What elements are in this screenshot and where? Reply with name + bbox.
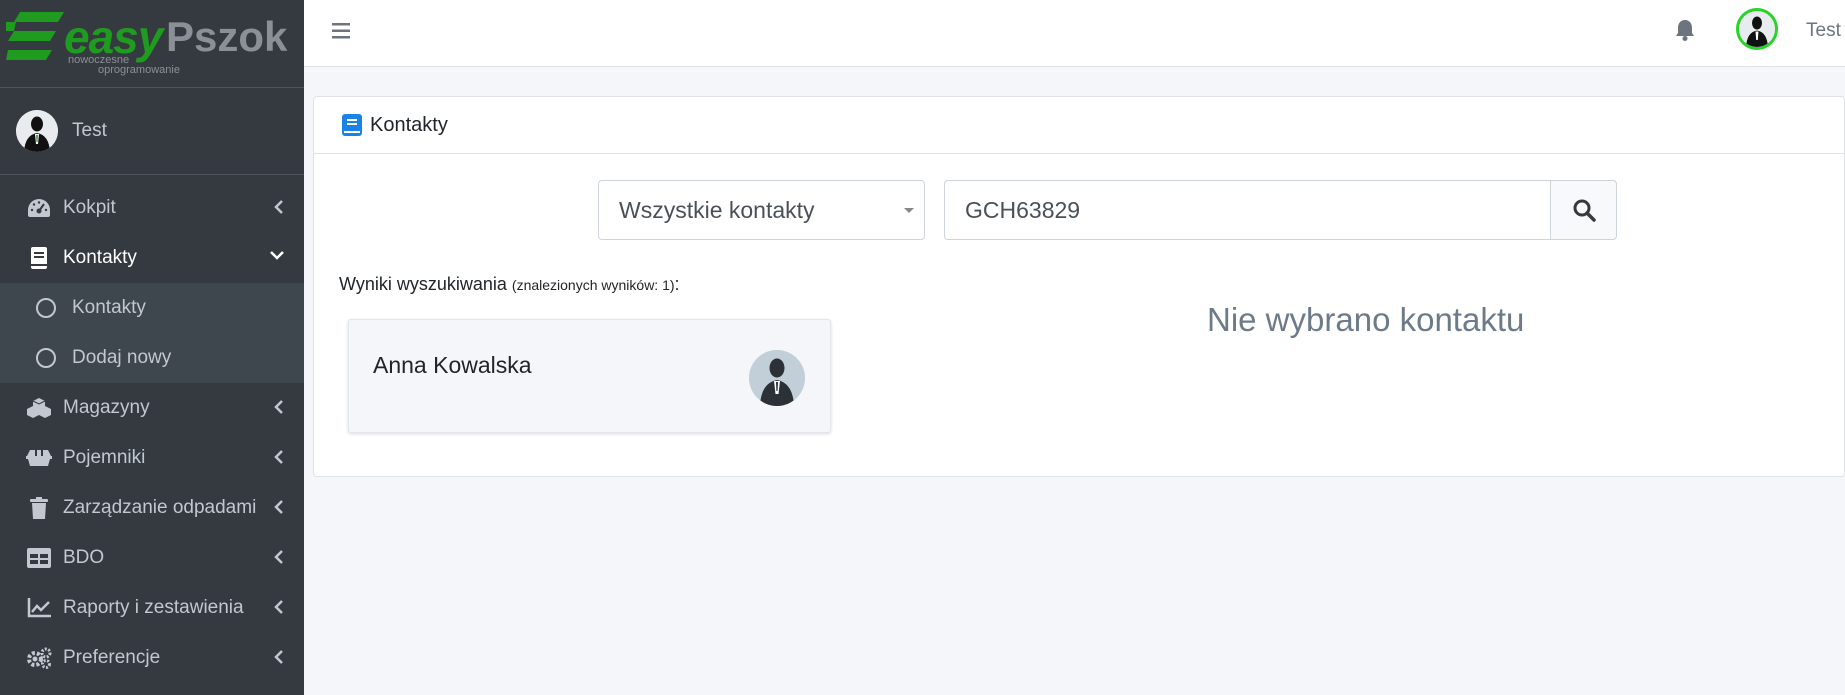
cubes-icon	[26, 397, 52, 419]
contacts-card: Kontakty Wszystkie kontakty GCH63829 Wyn…	[313, 96, 1845, 477]
sidebar-item-raporty[interactable]: Raporty i zestawienia	[0, 583, 304, 633]
topbar-username[interactable]: Test	[1806, 20, 1841, 42]
dumpster-icon	[26, 447, 52, 469]
sidebar-subitem-kontakty[interactable]: Kontakty	[0, 283, 304, 333]
search-input-value: GCH63829	[965, 196, 1081, 223]
sidebar-item-label: Magazyny	[63, 397, 150, 418]
address-book-icon	[342, 114, 362, 136]
tachometer-icon	[26, 197, 52, 219]
chevron-left-icon	[274, 450, 283, 464]
bell-icon[interactable]	[1675, 18, 1695, 42]
sidebar-subitem-dodaj-nowy[interactable]: Dodaj nowy	[0, 333, 304, 383]
logo-e-icon	[6, 12, 64, 60]
sidebar-item-zarzadzanie-odpadami[interactable]: Zarządzanie odpadami	[0, 483, 304, 533]
sidebar-item-kontakty[interactable]: Kontakty	[0, 233, 304, 283]
table-icon	[26, 547, 52, 569]
address-book-icon	[26, 247, 52, 269]
circle-icon	[36, 298, 56, 318]
search-input[interactable]: GCH63829	[944, 180, 1550, 240]
contact-avatar	[749, 350, 805, 406]
sidebar-item-label: Raporty i zestawienia	[63, 597, 244, 618]
brand-tagline-2: oprogramowanie	[98, 64, 180, 76]
results-label: Wyniki wyszukiwania (znalezionych wynikó…	[339, 274, 680, 295]
chart-line-icon	[26, 597, 52, 619]
brand-logo[interactable]: easy Pszok nowoczesne oprogramowanie	[0, 0, 304, 88]
sidebar-item-label: Kontakty	[72, 297, 146, 318]
cogs-icon	[26, 647, 52, 669]
sidebar-item-preferencje[interactable]: Preferencje	[0, 633, 304, 683]
user-silhouette-icon	[16, 110, 58, 152]
chevron-left-icon	[274, 200, 283, 214]
search-button[interactable]	[1550, 180, 1617, 240]
sidebar-nav: Kokpit Kontakty Kontakty Dodaj nowy Maga…	[0, 175, 304, 683]
sidebar: easy Pszok nowoczesne oprogramowanie Tes…	[0, 0, 304, 695]
no-contact-selected-message: Nie wybrano kontaktu	[1207, 301, 1525, 338]
card-title: Kontakty	[370, 113, 448, 136]
avatar	[16, 110, 58, 152]
user-avatar-button[interactable]	[1736, 8, 1778, 50]
chevron-left-icon	[274, 400, 283, 414]
chevron-left-icon	[274, 500, 283, 514]
sidebar-item-pojemniki[interactable]: Pojemniki	[0, 433, 304, 483]
contact-filter-select[interactable]: Wszystkie kontakty	[598, 180, 925, 240]
chevron-down-icon	[270, 251, 284, 260]
caret-down-icon	[904, 208, 914, 213]
hamburger-menu-icon[interactable]	[332, 22, 352, 40]
results-count: (znalezionych wyników: 1)	[511, 277, 675, 293]
sidebar-item-bdo[interactable]: BDO	[0, 533, 304, 583]
sidebar-item-label: Preferencje	[63, 647, 161, 668]
sidebar-item-label: Kokpit	[63, 197, 116, 218]
chevron-left-icon	[274, 550, 283, 564]
sidebar-item-label: Dodaj nowy	[72, 347, 172, 368]
sidebar-item-label: Zarządzanie odpadami	[63, 497, 257, 518]
sidebar-item-label: Kontakty	[63, 247, 137, 268]
sidebar-item-label: BDO	[63, 547, 105, 568]
chevron-left-icon	[274, 600, 283, 614]
contact-filter-selected: Wszystkie kontakty	[619, 196, 815, 223]
sidebar-item-kokpit[interactable]: Kokpit	[0, 183, 304, 233]
chevron-left-icon	[274, 650, 283, 664]
sidebar-item-magazyny[interactable]: Magazyny	[0, 383, 304, 433]
results-label-suffix: :	[674, 274, 680, 294]
sidebar-user-panel[interactable]: Test	[0, 88, 304, 175]
card-header: Kontakty	[314, 97, 1844, 154]
user-silhouette-icon	[1739, 11, 1775, 47]
results-label-text: Wyniki wyszukiwania	[339, 274, 507, 294]
search-icon	[1573, 199, 1596, 222]
topbar: Test	[304, 0, 1845, 67]
user-silhouette-icon	[749, 350, 805, 406]
trash-icon	[26, 497, 52, 519]
circle-icon	[36, 348, 56, 368]
sidebar-submenu-kontakty: Kontakty Dodaj nowy	[0, 283, 304, 383]
brand-name-pszok: Pszok	[166, 13, 288, 60]
contact-result-card[interactable]: Anna Kowalska	[348, 319, 831, 433]
contact-name: Anna Kowalska	[373, 352, 532, 378]
sidebar-user-name: Test	[72, 120, 107, 141]
sidebar-item-label: Pojemniki	[63, 447, 146, 468]
